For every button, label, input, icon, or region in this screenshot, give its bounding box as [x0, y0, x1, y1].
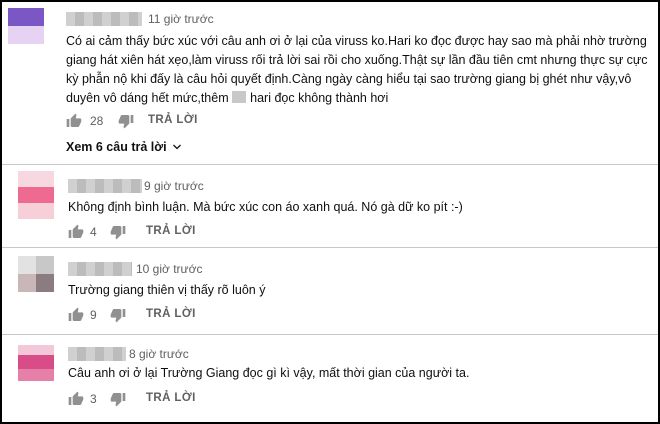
comment-item: 9 giờ trước Không định bình luận. Mà bức… — [2, 165, 658, 246]
chevron-down-icon — [172, 144, 181, 150]
comment-text-line: Có ai cảm thấy bức xúc với câu anh ơi ở … — [66, 34, 647, 48]
like-count: 9 — [90, 308, 97, 322]
comment-timestamp[interactable]: 8 giờ trước — [129, 347, 189, 361]
author-name-redacted[interactable] — [68, 347, 126, 361]
comments-panel: 11 giờ trước Có ai cảm thấy bức xúc với … — [0, 0, 660, 424]
view-replies-button[interactable]: Xem 6 câu trả lời — [66, 140, 183, 154]
thumbs-down-icon[interactable] — [110, 391, 126, 407]
comment-item: 8 giờ trước Câu anh ơi ở lại Trường Gian… — [2, 335, 658, 422]
comment-timestamp[interactable]: 11 giờ trước — [148, 12, 214, 26]
comment-text-fragment: hari đọc không thành hơi — [250, 91, 389, 105]
comment-text-line: giang hát xiên hát xẹo,làm viruss rối tr… — [66, 53, 648, 67]
comment-text-fragment: duyên vô dáng hết mức,thêm — [66, 91, 229, 105]
comment-text: Trường giang thiên vị thấy rõ luôn ý — [68, 283, 266, 297]
avatar[interactable] — [18, 171, 54, 219]
comment-actions: 3 TRẢ LỜI — [68, 391, 268, 409]
thumbs-up-icon[interactable] — [68, 307, 84, 323]
comment-timestamp[interactable]: 9 giờ trước — [144, 179, 204, 193]
view-replies-label: Xem 6 câu trả lời — [66, 140, 167, 154]
author-name-redacted[interactable] — [66, 12, 142, 26]
comment-timestamp[interactable]: 10 giờ trước — [136, 262, 202, 276]
reply-button[interactable]: TRẢ LỜI — [146, 392, 196, 404]
avatar[interactable] — [18, 345, 54, 381]
avatar[interactable] — [8, 8, 44, 44]
comment-item: 10 giờ trước Trường giang thiên vị thấy … — [2, 248, 658, 333]
comment-text-line: duyên vô dáng hết mức,thêm hari đọc khôn… — [66, 89, 648, 108]
thumbs-down-icon[interactable] — [110, 224, 126, 240]
thumbs-up-icon[interactable] — [68, 224, 84, 240]
thumbs-down-icon[interactable] — [118, 113, 134, 129]
like-count: 4 — [90, 225, 97, 239]
thumbs-up-icon[interactable] — [66, 113, 82, 129]
comment-text-line: kỳ phẫn nộ khi đấy là câu hỏi quyết định… — [66, 72, 632, 86]
like-count: 28 — [90, 114, 104, 128]
reply-button[interactable]: TRẢ LỜI — [146, 225, 196, 237]
comment-actions: 4 TRẢ LỜI — [68, 224, 268, 242]
comment-text: Có ai cảm thấy bức xúc với câu anh ơi ở … — [66, 32, 648, 108]
like-count: 3 — [90, 392, 97, 406]
thumbs-up-icon[interactable] — [68, 391, 84, 407]
reply-button[interactable]: TRẢ LỜI — [146, 308, 196, 320]
comment-text: Không định bình luận. Mà bức xúc con áo … — [68, 200, 463, 214]
reply-button[interactable]: TRẢ LỜI — [148, 114, 198, 126]
author-name-redacted[interactable] — [68, 179, 142, 193]
redacted-name — [232, 91, 247, 103]
comment-actions: 9 TRẢ LỜI — [68, 307, 268, 325]
avatar[interactable] — [18, 256, 54, 292]
comment-item: 11 giờ trước Có ai cảm thấy bức xúc với … — [2, 2, 658, 162]
thumbs-down-icon[interactable] — [110, 307, 126, 323]
author-name-redacted[interactable] — [68, 262, 132, 276]
comment-text: Câu anh ơi ở lại Trường Giang đọc gì kì … — [68, 366, 470, 380]
comment-actions: 28 TRẢ LỜI — [66, 113, 266, 131]
